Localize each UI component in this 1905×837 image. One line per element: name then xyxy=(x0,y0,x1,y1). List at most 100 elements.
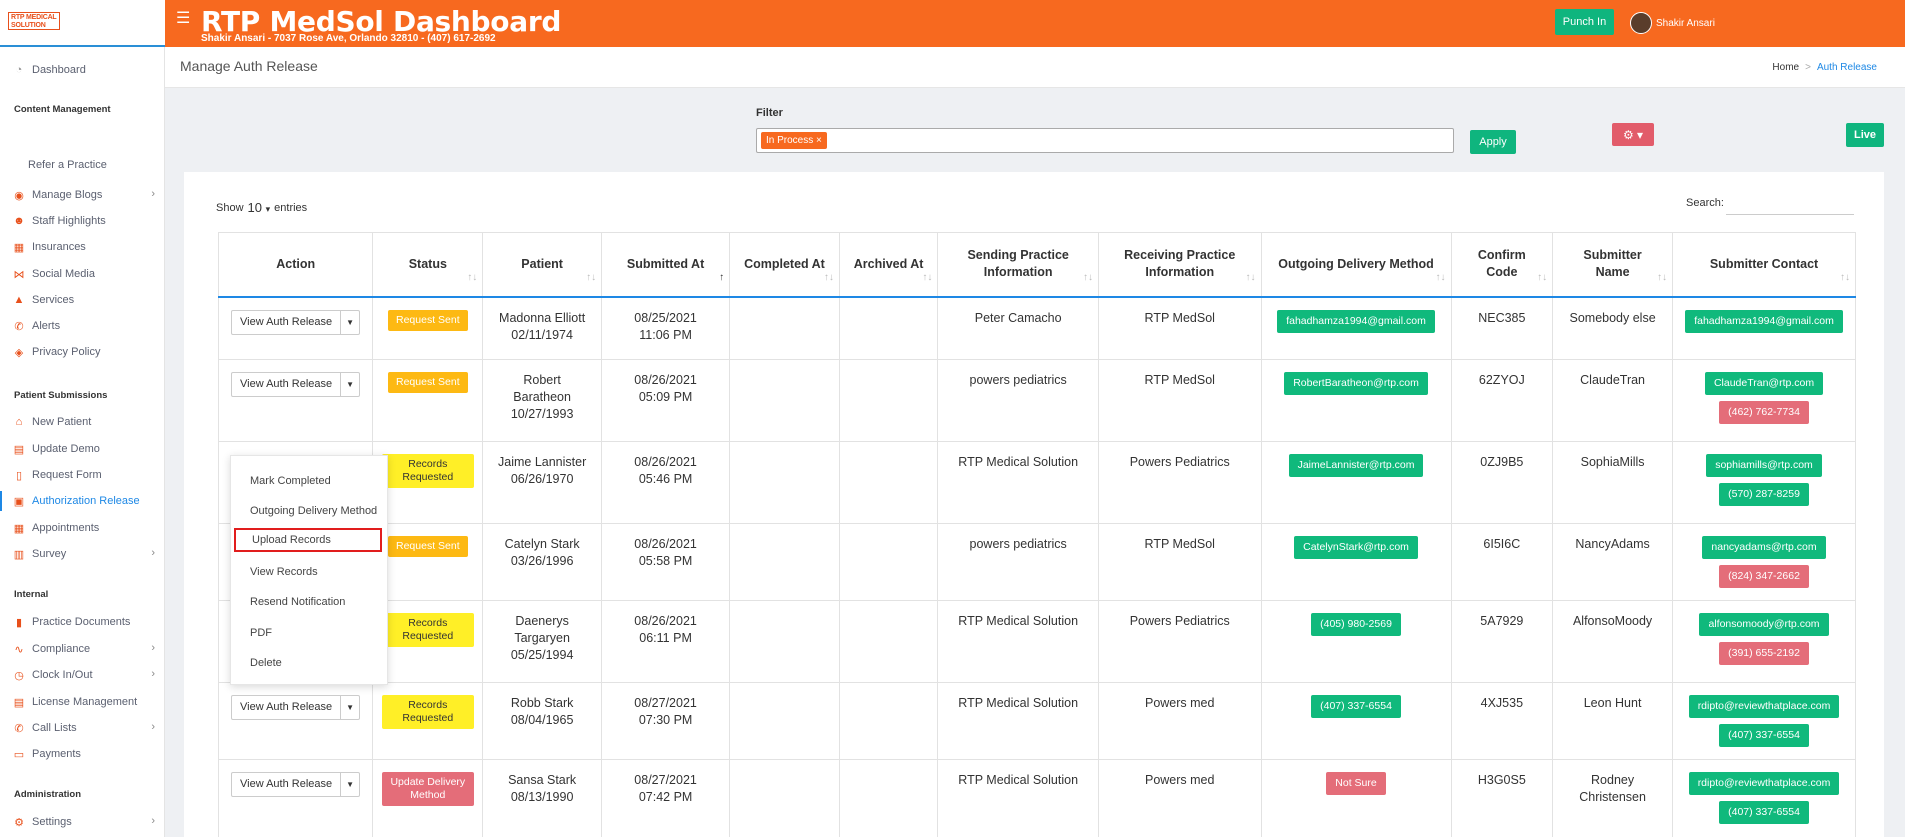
col-delivery-method[interactable]: Outgoing Delivery Method ↑↓ xyxy=(1260,232,1452,298)
submitted-date: 08/26/2021 xyxy=(634,537,697,551)
sort-icon[interactable]: ↑↓ xyxy=(586,269,596,286)
sidebar-item-insurances[interactable]: ▦ Insurances xyxy=(0,237,165,257)
menu-item-pdf[interactable]: PDF xyxy=(231,621,389,645)
col-confirm-code[interactable]: Confirm Code ↑↓ xyxy=(1450,232,1554,298)
submitted-time: 11:06 PM xyxy=(639,327,692,342)
col-completed-at[interactable]: Completed At ↑↓ xyxy=(729,232,840,298)
sidebar-item-staff-highlights[interactable]: ☻ Staff Highlights xyxy=(0,211,165,231)
col-submitter-name[interactable]: Submitter Name ↑↓ xyxy=(1552,232,1674,298)
sort-icon[interactable]: ↑↓ xyxy=(824,269,834,286)
punch-in-button[interactable]: Punch In xyxy=(1555,9,1614,35)
menu-item-mark-completed[interactable]: Mark Completed xyxy=(231,469,389,493)
col-archived-at[interactable]: Archived At ↑↓ xyxy=(838,232,939,298)
sidebar-item-survey[interactable]: ▥ Survey › xyxy=(0,544,165,564)
table-row: View Auth Release ▼ Request Sent Madonna … xyxy=(217,296,1856,360)
sidebar-item-privacy-policy[interactable]: ◈ Privacy Policy xyxy=(0,342,165,362)
rss-icon: ◉ xyxy=(14,189,24,202)
patient-name: Sansa Stark xyxy=(508,773,577,787)
menu-item-upload-records[interactable]: Upload Records xyxy=(234,528,382,552)
sidebar-item-compliance[interactable]: ∿ Compliance › xyxy=(0,639,165,659)
submitted-time: 06:11 PM xyxy=(639,631,692,645)
col-submitted-at[interactable]: Submitted At ↑ xyxy=(601,232,731,298)
patient-cell: Jaime Lannister 06/26/1970 xyxy=(482,441,603,524)
sidebar-item-authorization-release[interactable]: ▣ Authorization Release xyxy=(0,491,165,511)
filter-input[interactable]: In Process × xyxy=(756,128,1454,153)
view-auth-release-button[interactable]: View Auth Release ▼ xyxy=(231,372,361,397)
sidebar-item-payments[interactable]: ▭ Payments xyxy=(0,744,165,764)
sort-icon[interactable]: ↑↓ xyxy=(922,269,932,286)
col-label: Completed At xyxy=(744,256,825,271)
menu-item-resend-notification[interactable]: Resend Notification xyxy=(231,590,389,614)
sidebar-item-social-media[interactable]: ⋈ Social Media xyxy=(0,264,165,284)
breadcrumb-home[interactable]: Home xyxy=(1772,62,1799,73)
view-button-label[interactable]: View Auth Release xyxy=(232,773,340,796)
submitter-name-cell: Rodney Christensen xyxy=(1552,759,1674,837)
caret-down-icon[interactable]: ▼ xyxy=(340,310,359,334)
caret-down-icon[interactable]: ▼ xyxy=(340,373,359,396)
sort-icon[interactable]: ↑↓ xyxy=(1657,269,1667,286)
sidebar-item-new-patient[interactable]: ⌂ New Patient xyxy=(0,412,165,432)
view-auth-release-button[interactable]: View Auth Release ▼ xyxy=(231,772,361,797)
sidebar-item-license-management[interactable]: ▤ License Management xyxy=(0,692,165,712)
user-name[interactable]: Shakir Ansari xyxy=(1656,18,1715,29)
sidebar-item-practice-documents[interactable]: ▮ Practice Documents xyxy=(0,612,165,632)
sort-icon[interactable]: ↑↓ xyxy=(1537,269,1547,286)
search-input[interactable] xyxy=(1726,214,1854,215)
view-button-label[interactable]: View Auth Release xyxy=(232,311,340,334)
receiving-cell: RTP MedSol xyxy=(1097,523,1262,601)
col-label: Archived At xyxy=(853,256,924,271)
sort-icon[interactable]: ↑↓ xyxy=(1840,269,1850,286)
col-status[interactable]: Status ↑↓ xyxy=(372,232,484,298)
sidebar-item-appointments[interactable]: ▦ Appointments xyxy=(0,518,165,538)
sidebar-item-update-demo[interactable]: ▤ Update Demo xyxy=(0,439,165,459)
sidebar-item-manage-blogs[interactable]: ◉ Manage Blogs › xyxy=(0,185,165,205)
sidebar-item-alerts[interactable]: ✆ Alerts xyxy=(0,316,165,336)
menu-item-outgoing-delivery-method[interactable]: Outgoing Delivery Method xyxy=(231,499,389,523)
logo-area[interactable]: RTP MEDICAL SOLUTION xyxy=(0,0,165,47)
submitted-date: 08/27/2021 xyxy=(634,773,697,787)
user-menu[interactable]: Shakir Ansari xyxy=(1630,12,1715,34)
sort-icon[interactable]: ↑↓ xyxy=(1246,269,1256,286)
sidebar-item-dashboard[interactable]: ◔ Dashboard xyxy=(0,60,165,80)
sidebar-item-clock-in-out[interactable]: ◷ Clock In/Out › xyxy=(0,665,165,685)
chevron-down-icon: ▾ xyxy=(265,204,271,214)
sidebar-item-request-form[interactable]: ▯ Request Form xyxy=(0,465,165,485)
sidebar-item-label: Compliance xyxy=(32,643,91,655)
status-cell: Request Sent xyxy=(372,296,484,360)
col-patient[interactable]: Patient ↑↓ xyxy=(482,232,603,298)
view-auth-release-button[interactable]: View Auth Release ▼ xyxy=(231,309,361,335)
sidebar-item-label: Dashboard xyxy=(32,64,86,76)
apply-button[interactable]: Apply xyxy=(1470,130,1516,154)
menu-item-delete[interactable]: Delete xyxy=(231,651,389,675)
caret-down-icon[interactable]: ▼ xyxy=(340,773,359,796)
sort-asc-icon[interactable]: ↑ xyxy=(719,269,724,286)
delivery-method-badge: fahadhamza1994@gmail.com xyxy=(1277,309,1435,333)
submitter-contact-cell: ClaudeTran@rtp.com (462) 762-7734 xyxy=(1672,359,1856,442)
view-button-label[interactable]: View Auth Release xyxy=(232,696,340,719)
delivery-method-badge: CatelynStark@rtp.com xyxy=(1294,536,1418,559)
entries-select[interactable]: 10 ▾ xyxy=(248,200,271,215)
sidebar-item-settings[interactable]: ⚙ Settings › xyxy=(0,812,165,832)
sidebar-item-refer-practice[interactable]: Refer a Practice xyxy=(0,155,165,175)
live-button[interactable]: Live xyxy=(1846,123,1884,147)
sort-icon[interactable]: ↑↓ xyxy=(1083,269,1093,286)
col-submitter-contact[interactable]: Submitter Contact ↑↓ xyxy=(1672,232,1856,298)
sort-icon[interactable]: ↑↓ xyxy=(467,269,477,286)
sidebar-item-call-lists[interactable]: ✆ Call Lists › xyxy=(0,718,165,738)
filter-chip-in-process[interactable]: In Process × xyxy=(761,132,827,149)
col-receiving-practice[interactable]: Receiving Practice Information ↑↓ xyxy=(1097,232,1262,298)
submitted-cell: 08/26/2021 05:46 PM xyxy=(601,441,731,524)
view-auth-release-button[interactable]: View Auth Release ▼ xyxy=(231,695,361,720)
receiving-cell: Powers med xyxy=(1097,682,1262,760)
logo[interactable]: RTP MEDICAL SOLUTION xyxy=(8,12,60,30)
view-button-label[interactable]: View Auth Release xyxy=(232,373,340,396)
avatar[interactable] xyxy=(1630,12,1652,34)
caret-down-icon[interactable]: ▼ xyxy=(340,696,359,719)
patient-cell: Catelyn Stark 03/26/1996 xyxy=(482,523,603,601)
hamburger-menu-icon[interactable]: ☰ xyxy=(176,11,190,27)
col-sending-practice[interactable]: Sending Practice Information ↑↓ xyxy=(937,232,1099,298)
sidebar-item-services[interactable]: ▲ Services xyxy=(0,290,165,310)
settings-dropdown-button[interactable]: ⚙ ▾ xyxy=(1612,123,1654,146)
menu-item-view-records[interactable]: View Records xyxy=(231,560,389,584)
sort-icon[interactable]: ↑↓ xyxy=(1436,269,1446,286)
